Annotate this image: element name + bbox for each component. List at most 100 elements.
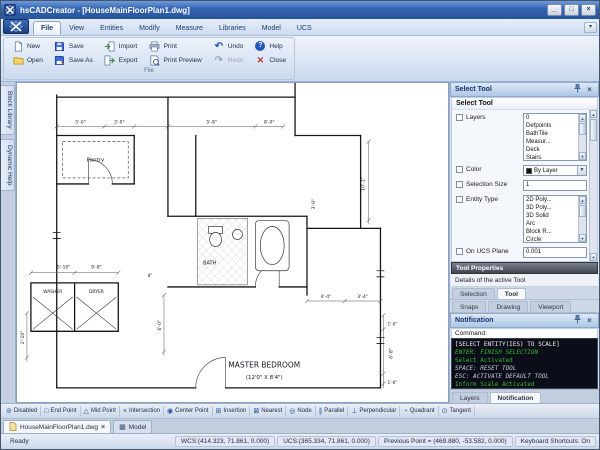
ribbon-options-button[interactable]: ▾	[584, 22, 597, 33]
ribbon-group-file: New Open Save Save As Import	[3, 37, 295, 80]
panel-tab-notification[interactable]: Notification	[490, 392, 542, 403]
snap-mode-label: Perpendicular	[359, 408, 396, 414]
maximize-button[interactable]: □	[564, 4, 579, 16]
layers-list-item[interactable]: 0	[526, 114, 578, 122]
snap-mode-item[interactable]: × Intersection	[120, 406, 164, 417]
undo-icon: ↶	[213, 40, 225, 52]
snap-mode-icon: ⊞	[216, 408, 222, 415]
ribbon-tab-measure[interactable]: Measure	[168, 21, 211, 35]
entity-type-label: Entity Type	[466, 195, 510, 203]
save-as-floppy-icon	[54, 54, 66, 66]
ribbon-tab-model[interactable]: Model	[254, 21, 289, 35]
tab-snaps[interactable]: Snaps	[452, 301, 486, 312]
snap-mode-item[interactable]: ⊥ Perpendicular	[348, 406, 400, 417]
new-button[interactable]: New	[8, 39, 47, 53]
entity-type-list-item[interactable]: Arc	[526, 220, 578, 228]
close-document-button[interactable]: ✕ Close	[250, 53, 290, 67]
snap-mode-label: Tangent	[450, 408, 471, 414]
selection-size-input[interactable]: 1	[523, 180, 587, 191]
document-tab-model[interactable]: ▦ Model	[113, 420, 152, 433]
import-button[interactable]: Import	[100, 39, 142, 53]
notification-close-icon[interactable]: ×	[585, 316, 594, 325]
command-line: SPACE: RESET TOOL	[455, 365, 594, 373]
entity-type-list-item[interactable]: 3D Solid	[526, 212, 578, 220]
entity-type-list-item[interactable]: Circle	[526, 236, 578, 242]
layers-checkbox[interactable]	[456, 114, 463, 121]
command-output[interactable]: [SELECT ENTITY(IES) TO SCALE]ENTER: FINI…	[451, 338, 598, 389]
svg-text:6'-0": 6'-0"	[157, 320, 163, 331]
print-preview-icon	[149, 54, 161, 66]
panel-scrollbar[interactable]: ▲▼	[589, 110, 597, 261]
ribbon-tab-file[interactable]: File	[33, 21, 61, 35]
open-button[interactable]: Open	[8, 53, 47, 67]
print-preview-button[interactable]: Print Preview	[145, 53, 206, 67]
layers-list-item[interactable]: Deck	[526, 146, 578, 154]
color-checkbox[interactable]	[456, 166, 463, 173]
layers-list-item[interactable]: Defpoints	[526, 122, 578, 130]
sidebar-tab-dynamic-help[interactable]: Dynamic Help	[1, 139, 15, 191]
layers-list-item[interactable]: Measur...	[526, 138, 578, 146]
entity-list-scrollbar[interactable]: ▲▼	[578, 196, 586, 242]
svg-text:5'-0": 5'-0"	[75, 119, 86, 125]
ribbon-tab-ucs[interactable]: UCS	[289, 21, 320, 35]
export-button[interactable]: Export	[100, 53, 142, 67]
application-menu-button[interactable]	[3, 19, 29, 34]
print-button[interactable]: Print	[145, 39, 206, 53]
layers-list-scrollbar[interactable]: ▲▼	[578, 114, 586, 160]
chevron-down-icon[interactable]: ▼	[577, 166, 586, 175]
snap-mode-item[interactable]: ◉ Center Point	[164, 406, 212, 417]
redo-button[interactable]: ↷ Redo	[209, 53, 248, 67]
tool-details-link[interactable]: Details of the active Tool	[451, 274, 598, 287]
entity-type-list-item[interactable]: 2D Poly...	[526, 196, 578, 204]
ribbon-tab-modify[interactable]: Modify	[131, 21, 168, 35]
command-line: [SELECT ENTITY(IES) TO SCALE]	[455, 341, 594, 349]
snap-mode-item[interactable]: ◎ Node	[286, 406, 315, 417]
snap-mode-item[interactable]: ⊞ Insertion	[213, 406, 251, 417]
status-keyboard-shortcuts[interactable]: Keyboard Shortcuts: On	[515, 436, 596, 447]
new-document-icon	[12, 40, 24, 52]
document-tab-drawing[interactable]: HouseMainFloorPlan1.dwg ×	[3, 420, 111, 433]
ribbon-tab-view[interactable]: View	[61, 21, 92, 35]
entity-type-list-item[interactable]: 3D Poly...	[526, 204, 578, 212]
ribbon-tab-libraries[interactable]: Libraries	[211, 21, 254, 35]
snap-mode-item[interactable]: □ End Point	[41, 406, 80, 417]
close-panel-icon[interactable]: ×	[585, 85, 594, 94]
snap-mode-item[interactable]: ⊘ Disabled	[3, 406, 41, 417]
layers-listbox[interactable]: 0DefpointsBathTileMeasur...DeckStairs ▲▼	[523, 113, 587, 161]
tab-tool[interactable]: Tool	[497, 288, 526, 299]
snap-mode-item[interactable]: ⊙ Tangent	[439, 406, 475, 417]
sidebar-tab-block-library[interactable]: Block Library	[1, 85, 15, 135]
tab-viewport[interactable]: Viewport	[530, 301, 571, 312]
drawing-canvas[interactable]: 5'-0"3'-0"5'-8"8'-0"Pantry5'-10"9'-8"WAS…	[16, 82, 449, 403]
save-as-button[interactable]: Save As	[50, 53, 97, 67]
entity-type-list-item[interactable]: Block R...	[526, 228, 578, 236]
layers-list-item[interactable]: Stairs	[526, 154, 578, 160]
snap-mode-icon: ∥	[319, 408, 323, 415]
tab-selection[interactable]: Selection	[452, 288, 495, 299]
app-window: hsCADCreator - [HouseMainFloorPlan1.dwg]…	[0, 0, 600, 450]
undo-button[interactable]: ↶ Undo	[209, 39, 248, 53]
ribbon-tab-entities[interactable]: Entities	[92, 21, 131, 35]
color-dropdown[interactable]: By Layer ▼	[523, 165, 587, 176]
entity-type-checkbox[interactable]	[456, 196, 463, 203]
ucs-plane-checkbox[interactable]	[456, 248, 463, 255]
ucs-plane-input[interactable]: 0.001	[523, 247, 587, 258]
panel-tab-layers[interactable]: Layers	[452, 392, 488, 403]
snap-mode-item[interactable]: △ Mid Point	[81, 406, 120, 417]
pin-icon[interactable]	[573, 84, 582, 95]
document-close-icon[interactable]: ×	[101, 424, 105, 431]
layers-list-item[interactable]: BathTile	[526, 130, 578, 138]
svg-text:10'-1": 10'-1"	[361, 177, 367, 191]
snap-mode-item[interactable]: ⊠ Nearest	[250, 406, 286, 417]
snap-mode-item[interactable]: ◔ Quadrant	[400, 406, 438, 417]
snap-mode-label: Node	[297, 408, 311, 414]
entity-type-listbox[interactable]: 2D Poly...3D Poly...3D SolidArcBlock R..…	[523, 195, 587, 243]
tab-drawing[interactable]: Drawing	[488, 301, 528, 312]
snap-mode-item[interactable]: ∥ Parallel	[316, 406, 349, 417]
close-window-button[interactable]: ×	[581, 4, 596, 16]
notification-pin-icon[interactable]	[573, 315, 582, 326]
minimize-button[interactable]: _	[547, 4, 562, 16]
save-button[interactable]: Save	[50, 39, 97, 53]
selection-size-checkbox[interactable]	[456, 181, 463, 188]
help-button[interactable]: ? Help	[250, 39, 290, 53]
